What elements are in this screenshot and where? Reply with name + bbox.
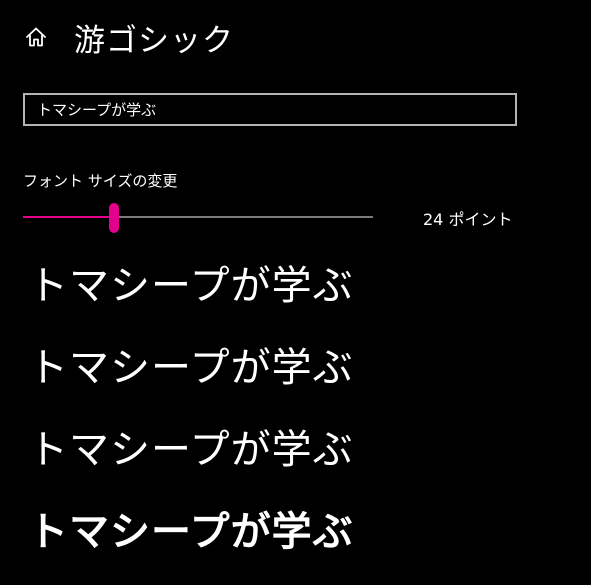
- font-size-label: フォント サイズの変更: [23, 172, 178, 190]
- home-button[interactable]: [22, 23, 50, 51]
- slider-thumb[interactable]: [109, 203, 119, 233]
- slider-fill: [23, 216, 114, 218]
- sample-text-regular: トマシープが学ぶ: [28, 345, 354, 391]
- sample-text-bold: トマシープが学ぶ: [28, 509, 354, 555]
- font-detail-page: 游ゴシック フォント サイズの変更 24 ポイント トマシープが学ぶ トマシープ…: [0, 0, 591, 585]
- home-icon: [26, 27, 46, 47]
- font-size-value: 24 ポイント: [423, 210, 513, 229]
- header: 游ゴシック: [22, 14, 234, 60]
- sample-text-light: トマシープが学ぶ: [28, 263, 354, 309]
- sample-text-medium: トマシープが学ぶ: [28, 427, 354, 473]
- preview-text-input[interactable]: [23, 93, 517, 126]
- page-title: 游ゴシック: [74, 22, 234, 59]
- font-size-slider[interactable]: [23, 202, 373, 234]
